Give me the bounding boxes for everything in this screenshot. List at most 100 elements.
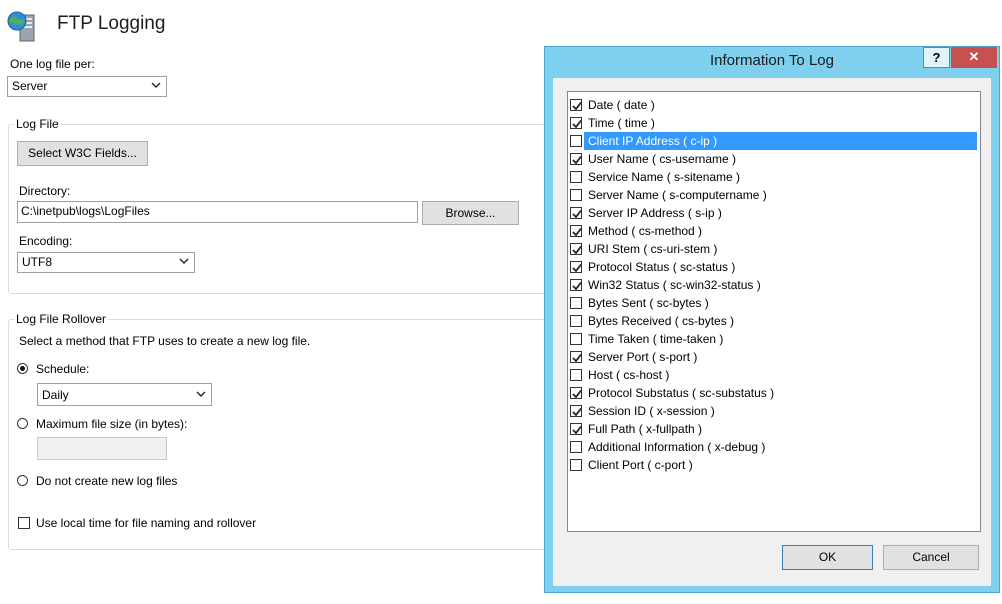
- field-label: Additional Information ( x-debug ): [588, 440, 766, 454]
- field-label: Server IP Address ( s-ip ): [588, 206, 722, 220]
- field-checkbox[interactable]: [570, 333, 582, 345]
- field-label: Full Path ( x-fullpath ): [588, 422, 703, 436]
- schedule-label: Schedule:: [36, 362, 90, 376]
- field-checkbox[interactable]: [570, 153, 582, 165]
- field-checkbox[interactable]: [570, 459, 582, 471]
- field-label: Method ( cs-method ): [588, 224, 703, 238]
- encoding-label: Encoding:: [19, 234, 73, 248]
- field-checkbox[interactable]: [570, 117, 582, 129]
- field-label: Server Name ( s-computername ): [588, 188, 767, 202]
- field-checkbox[interactable]: [570, 387, 582, 399]
- log-file-per-value: Server: [12, 79, 48, 93]
- field-label: Host ( cs-host ): [588, 368, 670, 382]
- list-item[interactable]: Bytes Sent ( sc-bytes ): [568, 294, 980, 312]
- chevron-down-icon: [196, 391, 206, 397]
- field-checkbox[interactable]: [570, 279, 582, 291]
- list-item[interactable]: Client Port ( c-port ): [568, 456, 980, 474]
- schedule-select[interactable]: Daily: [37, 383, 212, 406]
- log-file-group-label: Log File: [14, 117, 61, 131]
- field-label: Protocol Substatus ( sc-substatus ): [588, 386, 775, 400]
- field-label: Client IP Address ( c-ip ): [588, 134, 718, 148]
- list-item[interactable]: Server Name ( s-computername ): [568, 186, 980, 204]
- list-item[interactable]: User Name ( cs-username ): [568, 150, 980, 168]
- help-icon: ?: [932, 50, 941, 65]
- schedule-radio[interactable]: [17, 363, 28, 374]
- list-item[interactable]: Method ( cs-method ): [568, 222, 980, 240]
- field-label: Time Taken ( time-taken ): [588, 332, 724, 346]
- dialog-body: Date ( date ) Time ( time ) Client IP Addr…: [553, 78, 991, 586]
- max-size-radio[interactable]: [17, 418, 28, 429]
- list-item[interactable]: Server Port ( s-port ): [568, 348, 980, 366]
- log-file-per-label: One log file per:: [10, 57, 95, 71]
- chevron-down-icon: [179, 258, 189, 264]
- list-item[interactable]: Bytes Received ( cs-bytes ): [568, 312, 980, 330]
- field-checkbox[interactable]: [570, 315, 582, 327]
- field-label: Protocol Status ( sc-status ): [588, 260, 736, 274]
- max-size-label: Maximum file size (in bytes):: [36, 417, 188, 431]
- field-label: Time ( time ): [588, 116, 655, 130]
- list-item[interactable]: Host ( cs-host ): [568, 366, 980, 384]
- field-checkbox[interactable]: [570, 351, 582, 363]
- close-button[interactable]: ✕: [951, 47, 997, 68]
- page-title: FTP Logging: [57, 13, 166, 34]
- field-checkbox[interactable]: [570, 207, 582, 219]
- directory-label: Directory:: [19, 184, 71, 198]
- select-w3c-fields-button[interactable]: Select W3C Fields...: [17, 141, 148, 166]
- list-item[interactable]: Full Path ( x-fullpath ): [568, 420, 980, 438]
- list-item[interactable]: Time Taken ( time-taken ): [568, 330, 980, 348]
- field-label: User Name ( cs-username ): [588, 152, 737, 166]
- field-label: Client Port ( c-port ): [588, 458, 693, 472]
- no-new-log-label: Do not create new log files: [36, 474, 178, 488]
- list-item[interactable]: Service Name ( s-sitename ): [568, 168, 980, 186]
- close-icon: ✕: [968, 49, 980, 64]
- field-checkbox[interactable]: [570, 189, 582, 201]
- list-item[interactable]: Client IP Address ( c-ip ): [568, 132, 980, 150]
- field-checkbox[interactable]: [570, 261, 582, 273]
- ftp-logging-icon: [6, 9, 40, 43]
- rollover-group-label: Log File Rollover: [14, 312, 109, 326]
- field-checkbox[interactable]: [570, 171, 582, 183]
- list-item[interactable]: URI Stem ( cs-uri-stem ): [568, 240, 980, 258]
- list-item[interactable]: Session ID ( x-session ): [568, 402, 980, 420]
- browse-button[interactable]: Browse...: [422, 201, 519, 225]
- field-checkbox[interactable]: [570, 135, 582, 147]
- field-checkbox[interactable]: [570, 423, 582, 435]
- schedule-value: Daily: [42, 388, 69, 402]
- field-checkbox[interactable]: [570, 441, 582, 453]
- field-label: Bytes Received ( cs-bytes ): [588, 314, 735, 328]
- field-label: Date ( date ): [588, 98, 655, 112]
- information-to-log-dialog: Information To Log ? ✕ Date ( date ) Time…: [544, 46, 1000, 593]
- field-label: Server Port ( s-port ): [588, 350, 698, 364]
- field-checkbox[interactable]: [570, 225, 582, 237]
- field-checkbox[interactable]: [570, 243, 582, 255]
- cancel-button[interactable]: Cancel: [883, 545, 979, 570]
- list-item[interactable]: Date ( date ): [568, 96, 980, 114]
- fields-list[interactable]: Date ( date ) Time ( time ) Client IP Addr…: [567, 91, 981, 532]
- chevron-down-icon: [151, 82, 161, 88]
- field-label: Bytes Sent ( sc-bytes ): [588, 296, 709, 310]
- max-size-input[interactable]: [37, 437, 167, 460]
- local-time-checkbox[interactable]: [18, 517, 30, 529]
- ok-button[interactable]: OK: [782, 545, 873, 570]
- field-label: Win32 Status ( sc-win32-status ): [588, 278, 761, 292]
- field-checkbox[interactable]: [570, 297, 582, 309]
- list-item[interactable]: Protocol Status ( sc-status ): [568, 258, 980, 276]
- list-item[interactable]: Server IP Address ( s-ip ): [568, 204, 980, 222]
- field-label: Session ID ( x-session ): [588, 404, 715, 418]
- list-item[interactable]: Time ( time ): [568, 114, 980, 132]
- list-item[interactable]: Additional Information ( x-debug ): [568, 438, 980, 456]
- no-new-log-radio[interactable]: [17, 475, 28, 486]
- field-label: URI Stem ( cs-uri-stem ): [588, 242, 718, 256]
- local-time-label: Use local time for file naming and rollo…: [36, 516, 257, 530]
- field-checkbox[interactable]: [570, 99, 582, 111]
- list-item[interactable]: Win32 Status ( sc-win32-status ): [568, 276, 980, 294]
- field-checkbox[interactable]: [570, 405, 582, 417]
- list-item[interactable]: Protocol Substatus ( sc-substatus ): [568, 384, 980, 402]
- encoding-select[interactable]: UTF8: [17, 252, 195, 273]
- encoding-value: UTF8: [22, 255, 52, 269]
- field-label: Service Name ( s-sitename ): [588, 170, 741, 184]
- field-checkbox[interactable]: [570, 369, 582, 381]
- help-button[interactable]: ?: [923, 47, 950, 68]
- directory-input[interactable]: C:\inetpub\logs\LogFiles: [17, 201, 418, 223]
- log-file-per-select[interactable]: Server: [7, 76, 167, 97]
